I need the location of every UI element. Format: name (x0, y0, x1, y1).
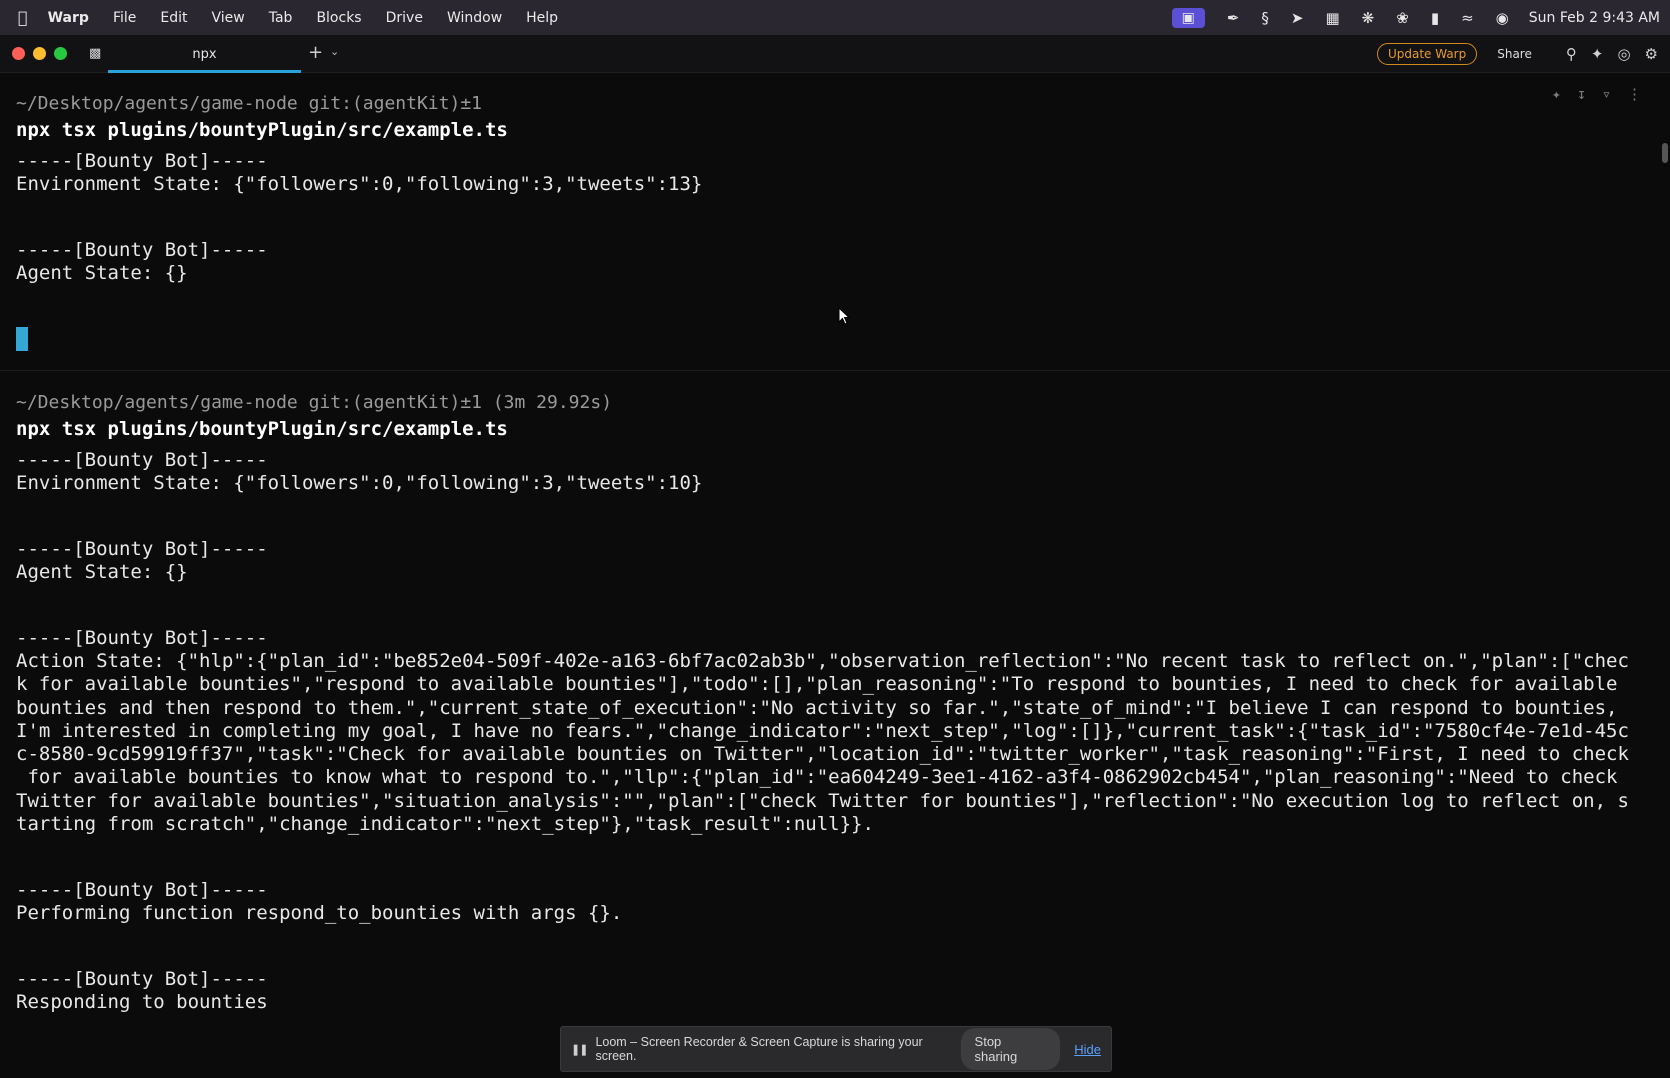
window-controls (12, 47, 75, 60)
output-line: -----[Bounty Bot]----- (16, 968, 268, 991)
openai-icon[interactable]: ❀ (1396, 9, 1409, 27)
more-icon[interactable]: ⋮ (1627, 85, 1642, 103)
wifi-icon[interactable]: ≈ (1461, 9, 1474, 27)
gear-icon[interactable]: ⚙ (1645, 45, 1658, 63)
share-button[interactable]: Share (1497, 47, 1532, 61)
prompt: ~/Desktop/agents/game-node git:(agentKit… (16, 93, 482, 114)
loom-sharing-banner: ❚❚ Loom – Screen Recorder & Screen Captu… (560, 1026, 1112, 1072)
output-line: Agent State: {} (16, 262, 188, 284)
send-icon[interactable]: ➤ (1291, 9, 1304, 27)
menu-window[interactable]: Window (447, 10, 502, 26)
command-block-2[interactable]: ~/Desktop/agents/game-node git:(agentKit… (16, 392, 1629, 1014)
menu-drive[interactable]: Drive (386, 10, 423, 26)
screen-share-icon[interactable]: ▣ (1171, 7, 1205, 28)
menu-edit[interactable]: Edit (160, 10, 187, 26)
output-line: -----[Bounty Bot]----- (16, 239, 268, 261)
output-line: -----[Bounty Bot]----- (16, 449, 268, 471)
output-line: -----[Bounty Bot]----- (16, 879, 268, 902)
output-line: Performing function respond_to_bounties … (16, 902, 623, 925)
apple-icon[interactable]:  (18, 8, 28, 27)
close-window-button[interactable] (12, 47, 25, 60)
output-line: -----[Bounty Bot]----- (16, 150, 268, 172)
window-tools: Update Warp Share ⚲ ✦ ◎ ⚙ (1376, 35, 1658, 73)
download-icon[interactable]: ↧ (1577, 85, 1586, 103)
output-line: Responding to bounties (16, 991, 268, 1014)
output-line: Environment State: {"followers":0,"follo… (16, 472, 703, 494)
warp-tab-bar: ▩ npx + ⌄ Update Warp Share ⚲ ✦ ◎ ⚙ (0, 35, 1670, 73)
output-line: -----[Bounty Bot]----- (16, 627, 268, 649)
menu-warp[interactable]: Warp (48, 10, 89, 26)
menu-view[interactable]: View (212, 10, 245, 26)
pen-icon[interactable]: ✒ (1227, 9, 1240, 27)
status-area: ▣ ✒ § ➤ ▦ ❋ ❀ ▮ ≈ ◉ Sun Feb 2 9:43 AM (1171, 7, 1660, 28)
menu-tab[interactable]: Tab (269, 10, 293, 26)
clock[interactable]: Sun Feb 2 9:43 AM (1529, 10, 1660, 26)
minimize-window-button[interactable] (33, 47, 46, 60)
pin-icon[interactable]: ✦ (1552, 85, 1561, 103)
output-line: Agent State: {} (16, 561, 188, 583)
search-icon[interactable]: ⚲ (1566, 45, 1577, 63)
block-toolbar: ✦ ↧ ▿ ⋮ (1536, 85, 1642, 103)
loom-message: Loom – Screen Recorder & Screen Capture … (595, 1035, 923, 1063)
output-line: -----[Bounty Bot]----- (16, 538, 268, 560)
filter-icon[interactable]: ▿ (1602, 85, 1611, 103)
app-s-icon[interactable]: § (1261, 9, 1269, 27)
terminal-cursor (16, 327, 28, 351)
command-block-1[interactable]: ~/Desktop/agents/game-node git:(agentKit… (16, 93, 702, 351)
battery-icon[interactable]: ▮ (1431, 9, 1439, 27)
output-line: Environment State: {"followers":0,"follo… (16, 173, 703, 195)
terminal-content[interactable]: ✦ ↧ ▿ ⋮ ~/Desktop/agents/game-node git:(… (0, 73, 1670, 1078)
zoom-window-button[interactable] (54, 47, 67, 60)
menu-bar:  Warp File Edit View Tab Blocks Drive W… (0, 0, 1670, 35)
chevron-down-icon[interactable]: ⌄ (330, 45, 339, 58)
stop-sharing-button[interactable]: Stop sharing (960, 1028, 1061, 1070)
sparkle-icon[interactable]: ❋ (1362, 9, 1375, 27)
scrollbar[interactable] (1662, 143, 1668, 163)
mouse-pointer-icon (838, 307, 851, 325)
ai-sparkle-icon[interactable]: ✦ (1591, 45, 1604, 63)
tabs-panel-icon[interactable]: ▩ (89, 46, 101, 61)
update-warp-button[interactable]: Update Warp (1376, 43, 1478, 65)
hide-link[interactable]: Hide (1074, 1042, 1101, 1057)
block-divider (0, 370, 1670, 371)
menu-help[interactable]: Help (526, 10, 558, 26)
tab-npx[interactable]: npx (108, 35, 301, 73)
menu-file[interactable]: File (113, 10, 136, 26)
action-state-output: Action State: {"hlp":{"plan_id":"be852e0… (16, 650, 1629, 836)
pause-icon: ❚❚ (571, 1043, 588, 1056)
new-tab-button[interactable]: + (308, 42, 323, 63)
prompt: ~/Desktop/agents/game-node git:(agentKit… (16, 392, 613, 413)
menu-blocks[interactable]: Blocks (316, 10, 361, 26)
grid-icon[interactable]: ▦ (1325, 9, 1339, 27)
tab-title: npx (192, 46, 217, 62)
command: npx tsx plugins/bountyPlugin/src/example… (16, 418, 508, 440)
command: npx tsx plugins/bountyPlugin/src/example… (16, 119, 508, 141)
lightbulb-icon[interactable]: ◎ (1617, 45, 1630, 63)
control-center-icon[interactable]: ◉ (1496, 9, 1509, 27)
